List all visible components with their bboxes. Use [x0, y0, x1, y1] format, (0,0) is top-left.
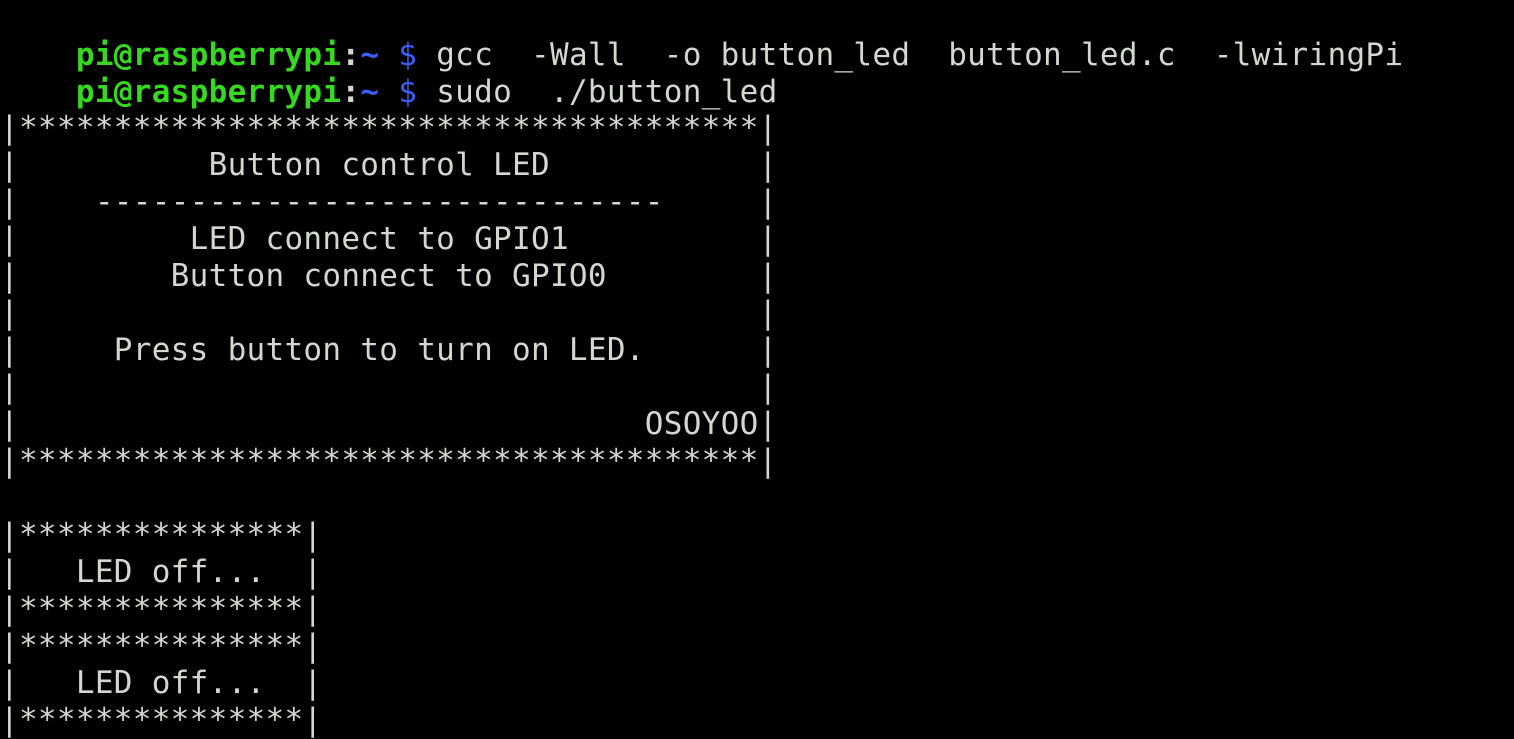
- banner-line: |***************************************…: [0, 110, 778, 146]
- banner-line: | |: [0, 295, 778, 331]
- status-line: |***************|: [0, 702, 323, 738]
- prompt-symbol: $: [398, 74, 418, 110]
- banner-line: |***************************************…: [0, 443, 778, 479]
- command-text: sudo ./button_led: [417, 74, 778, 110]
- command-line-2: pi@raspberrypi:~ $ sudo ./button_led: [0, 37, 778, 110]
- banner-line: | |: [0, 369, 778, 405]
- banner-line: | LED connect to GPIO1 |: [0, 221, 778, 257]
- terminal-window[interactable]: pi@raspberrypi:~ $ gcc -Wall -o button_l…: [0, 0, 1514, 738]
- banner-line: | Press button to turn on LED. |: [0, 332, 778, 368]
- prompt-separator: :: [341, 74, 361, 110]
- status-line: | LED off... |: [0, 665, 323, 701]
- prompt-user-host: pi@raspberrypi: [75, 74, 342, 110]
- command-line-1: pi@raspberrypi:~ $ gcc -Wall -o button_l…: [0, 0, 1403, 73]
- banner-line: | ------------------------------ |: [0, 184, 778, 220]
- status-line: | LED off... |: [0, 554, 323, 590]
- status-line: |***************|: [0, 591, 323, 627]
- banner-line: | OSOYOO|: [0, 406, 778, 442]
- status-line: |***************|: [0, 628, 323, 664]
- banner-line: | Button control LED |: [0, 147, 778, 183]
- status-line: |***************|: [0, 517, 323, 553]
- prompt-path: ~: [360, 74, 380, 110]
- banner-line: | Button connect to GPIO0 |: [0, 258, 778, 294]
